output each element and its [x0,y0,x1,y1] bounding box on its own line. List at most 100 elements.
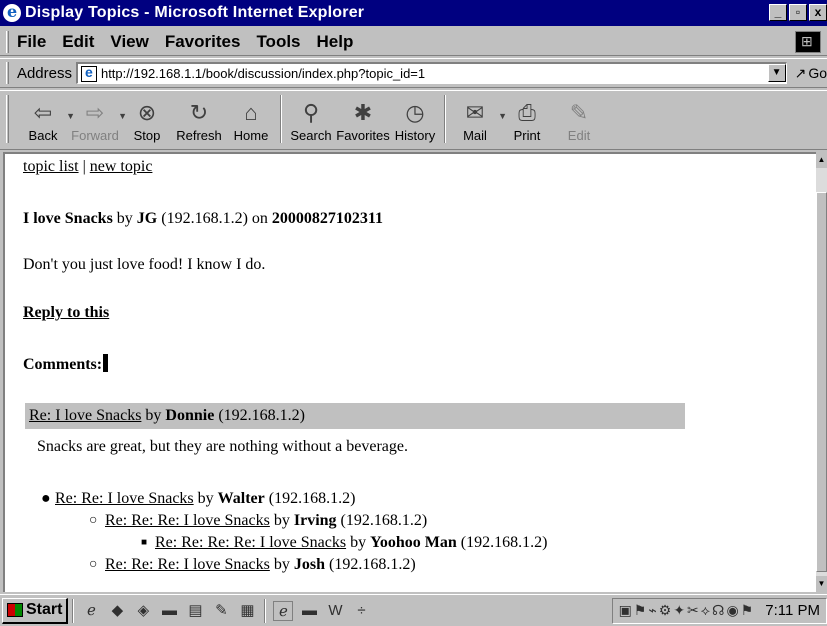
menu-help[interactable]: Help [317,32,354,52]
refresh-icon: ↻ [189,100,209,125]
menu-edit[interactable]: Edit [62,32,94,52]
edit-button[interactable]: ✎ Edit [553,91,605,147]
edit-label: Edit [567,128,591,143]
menu-bar: File Edit View Favorites Tools Help [0,28,827,56]
thread-subject-link[interactable]: Re: Re: Re: I love Snacks [105,512,270,529]
home-icon: ⌂ [244,100,258,125]
app-quicklaunch-icon[interactable]: ▦ [237,601,257,621]
back-button[interactable]: ⇦ Back ▼ [17,91,75,147]
address-url[interactable]: http://192.168.1.1/book/discussion/index… [101,66,425,81]
address-label: Address [16,64,72,82]
search-icon: ⚲ [302,100,320,125]
taskbar-separator [72,598,75,623]
thread-subject-link[interactable]: Re: Re: Re: I love Snacks [105,556,270,573]
dos-task-icon[interactable]: ▬ [299,601,319,621]
outlook-quicklaunch-icon[interactable]: ◆ [107,601,127,621]
windows-flag-icon [7,603,23,617]
topic-by: by [116,210,133,227]
minimize-button[interactable]: _ [769,4,787,21]
toolbar-buttons: ⇦ Back ▼ ⇨ Forward ▼ ⊗ Stop ↻ Refresh ⌂ Home ⚲ Search… [17,91,605,147]
mail-button[interactable]: ✉ Mail ▼ [449,91,507,147]
vertical-scrollbar[interactable]: ▲ ▼ [816,152,827,592]
back-label: Back [28,128,58,143]
circle-bullet: ○ [89,557,98,572]
home-button[interactable]: ⌂ Home [225,91,277,147]
channels-quicklaunch-icon[interactable]: ◈ [133,601,153,621]
thread-item: ● Re: Re: I love Snacks by Walter (192.1… [23,488,547,510]
thread-ip: (192.168.1.2) [340,512,428,529]
topic-list-link[interactable]: topic list [23,158,79,175]
page-icon [80,64,97,82]
clock[interactable]: 7:11 PM [765,602,820,619]
square-bullet: ■ [141,537,148,548]
ie-quicklaunch-icon[interactable]: ℯ [81,601,101,621]
history-icon: ◷ [405,100,425,125]
menu-favorites[interactable]: Favorites [165,32,241,52]
search-button[interactable]: ⚲ Search [285,91,337,147]
taskbar-separator [264,598,267,623]
print-label: Print [513,128,541,143]
scroll-down-button[interactable]: ▼ [816,576,827,592]
thread-ip: (192.168.1.2) [328,556,416,573]
tray-icons[interactable]: ▣⚑⌁⚙✦✂⟡☊◉⚑ [619,602,756,619]
stop-icon: ⊗ [137,100,157,125]
desktop-quicklaunch-icon[interactable]: ▬ [159,601,179,621]
go-arrow-icon: ↗ [794,64,807,81]
stop-button[interactable]: ⊗ Stop [121,91,173,147]
system-tray: ▣⚑⌁⚙✦✂⟡☊◉⚑ 7:11 PM [611,597,827,624]
go-label: Go [808,65,827,81]
print-button[interactable]: ⎙ Print [501,91,553,147]
thread-subject-link[interactable]: Re: Re: I love Snacks [55,490,194,507]
menu-file[interactable]: File [17,32,46,52]
favorites-icon: ✱ [353,100,373,125]
refresh-button[interactable]: ↻ Refresh [173,91,225,147]
go-button[interactable]: ↗ Go [795,65,827,82]
scroll-up-button[interactable]: ▲ [816,152,827,168]
start-button[interactable]: Start [2,597,69,624]
start-label: Start [26,601,63,618]
title-bar[interactable]: Display Topics - Microsoft Internet Expl… [0,0,827,26]
menu-tools[interactable]: Tools [256,32,300,52]
menu-view[interactable]: View [110,32,148,52]
forward-button[interactable]: ⇨ Forward ▼ [69,91,127,147]
new-topic-link[interactable]: new topic [90,158,153,175]
topic-title: I love Snacks [23,210,113,227]
nav-separator: | [82,158,86,175]
favorites-button[interactable]: ✱ Favorites [336,91,390,147]
topic-nav: topic list | new topic [23,158,152,176]
comment-subject-link[interactable]: Re: I love Snacks [29,407,141,424]
history-button[interactable]: ◷ History [389,91,441,147]
topic-author: JG [136,210,158,227]
restore-button[interactable]: ▫ [789,4,807,21]
text-cursor [103,354,109,372]
notepad-quicklaunch-icon[interactable]: ✎ [211,601,231,621]
window-controls: _ ▫ x [767,4,827,21]
explorer-quicklaunch-icon[interactable]: ▤ [185,601,205,621]
ie-task-icon[interactable]: ℯ [273,600,294,621]
comment-by: by [145,407,162,424]
reply-thread: ● Re: Re: I love Snacks by Walter (192.1… [23,488,547,576]
forward-label: Forward [71,128,119,143]
windows-throbber-icon [795,31,821,53]
comments-heading-text: Comments: [23,356,103,373]
stop-label: Stop [133,128,161,143]
comments-heading: Comments: [23,354,109,374]
reply-link[interactable]: Reply to this [23,304,109,322]
address-input[interactable]: http://192.168.1.1/book/discussion/index… [75,62,787,84]
address-grip[interactable] [6,62,9,84]
topic-on: on [251,210,268,227]
word-task-icon[interactable]: W [325,601,345,621]
mail-label: Mail [463,128,487,143]
favorites-label: Favorites [336,128,390,143]
standard-toolbar: ⇦ Back ▼ ⇨ Forward ▼ ⊗ Stop ↻ Refresh ⌂ Home ⚲ Search… [0,90,827,150]
thread-by: by [197,490,214,507]
calc-task-icon[interactable]: ÷ [351,601,371,621]
toolbar-grip-2[interactable] [6,95,9,143]
close-button[interactable]: x [809,4,827,21]
browser-window: Display Topics - Microsoft Internet Expl… [0,0,827,626]
toolbar-grip[interactable] [6,30,9,53]
address-dropdown-button[interactable]: ▼ [767,64,786,82]
scroll-thumb[interactable] [816,192,827,572]
thread-subject-link[interactable]: Re: Re: Re: Re: I love Snacks [155,534,346,551]
thread-author: Yoohoo Man [370,534,457,551]
